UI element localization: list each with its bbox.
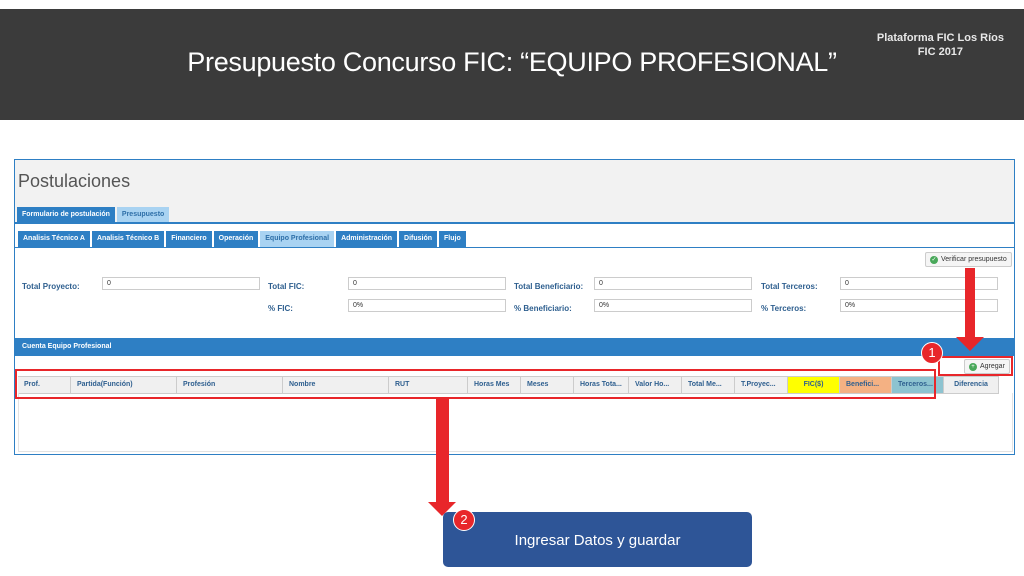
verify-budget-button[interactable]: ✓ Verificar presupuesto: [925, 252, 1012, 267]
panel-header: Postulaciones Formulario de postulación …: [15, 160, 1014, 222]
tab-flujo[interactable]: Flujo: [439, 231, 466, 247]
total-proyecto-label: Total Proyecto:: [22, 282, 80, 291]
pct-fic-label: % FIC:: [268, 304, 293, 313]
tab-presupuesto[interactable]: Presupuesto: [116, 207, 170, 222]
pct-beneficiario-field[interactable]: 0%: [594, 299, 752, 312]
col-diferencia[interactable]: Diferencia: [944, 377, 999, 393]
panel-title: Postulaciones: [18, 171, 131, 191]
verify-budget-label: Verificar presupuesto: [941, 256, 1007, 263]
arrow-1-shaft: [965, 268, 975, 338]
tab-operacion[interactable]: Operación: [213, 231, 259, 247]
arrow-2-shaft: [436, 399, 449, 503]
tab-equipo-profesional[interactable]: Equipo Profesional: [260, 231, 335, 247]
total-beneficiario-label: Total Beneficiario:: [514, 282, 584, 291]
add-button-highlight-box: [938, 356, 1013, 376]
pct-terceros-label: % Terceros:: [761, 304, 807, 313]
tab-formulario[interactable]: Formulario de postulación: [17, 207, 115, 222]
total-terceros-label: Total Terceros:: [761, 282, 818, 291]
tabs-divider: [15, 222, 1014, 224]
total-beneficiario-field[interactable]: 0: [594, 277, 752, 290]
tab-analisis-a[interactable]: Analisis Técnico A: [18, 231, 90, 247]
tab-difusion[interactable]: Difusión: [399, 231, 438, 247]
check-icon: ✓: [930, 255, 938, 264]
section-cuenta-equipo: Cuenta Equipo Profesional: [15, 338, 1014, 356]
postulaciones-panel: Postulaciones Formulario de postulación …: [14, 159, 1015, 455]
brand-line-2: FIC 2017: [917, 46, 964, 58]
slide-title: Presupuesto Concurso FIC: “EQUIPO PROFES…: [187, 47, 837, 77]
primary-tabs: Formulario de postulación Presupuesto: [17, 207, 170, 222]
pct-beneficiario-label: % Beneficiario:: [514, 304, 572, 313]
tab-financiero[interactable]: Financiero: [166, 231, 212, 247]
total-fic-label: Total FIC:: [268, 282, 305, 291]
step-badge-2: 2: [453, 509, 475, 531]
total-fic-field[interactable]: 0: [348, 277, 506, 290]
callout-box: Ingresar Datos y guardar: [443, 512, 752, 567]
total-proyecto-field[interactable]: 0: [102, 277, 260, 290]
tab-administracion[interactable]: Administración: [336, 231, 398, 247]
brand-block: Plataforma FIC Los Ríos FIC 2017: [877, 31, 1004, 59]
tab-analisis-b[interactable]: Analisis Técnico B: [91, 231, 165, 247]
secondary-tabs: Analisis Técnico A Analisis Técnico B Fi…: [18, 231, 466, 247]
brand-line-1: Plataforma FIC Los Ríos: [876, 32, 1004, 44]
tabs-divider-2: [15, 247, 1014, 248]
grid-body: [18, 393, 1013, 452]
slide-header: Presupuesto Concurso FIC: “EQUIPO PROFES…: [0, 9, 1024, 120]
columns-highlight-box: [15, 369, 936, 399]
arrow-1-head-icon: [956, 337, 984, 351]
pct-fic-field[interactable]: 0%: [348, 299, 506, 312]
step-badge-1: 1: [921, 342, 943, 364]
